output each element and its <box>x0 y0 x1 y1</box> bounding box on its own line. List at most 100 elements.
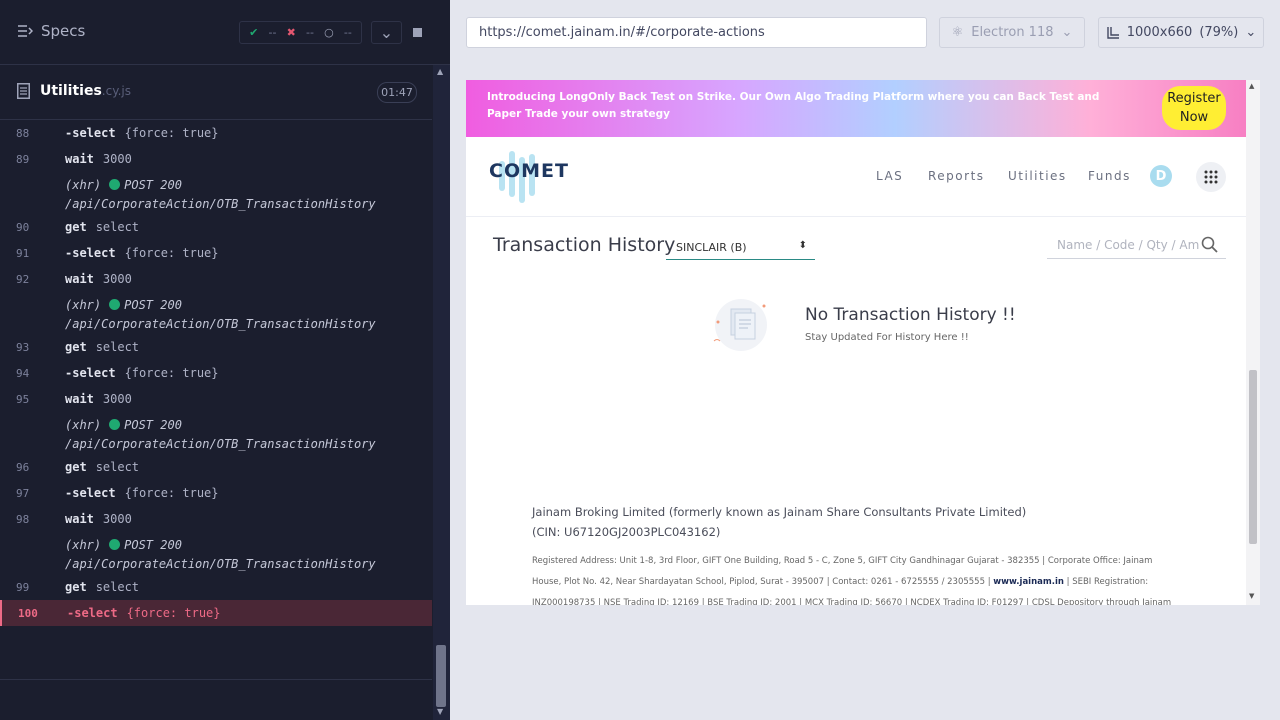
xhr-status: POST 200 <box>124 177 182 192</box>
document-icon <box>17 83 30 99</box>
runner-footer <box>0 679 432 720</box>
stop-button[interactable] <box>402 21 433 44</box>
command-row[interactable]: 99 get select <box>0 574 432 600</box>
command-number: 98 <box>16 512 30 526</box>
xhr-log-row[interactable]: (xhr) POST 200 <box>0 295 432 315</box>
chevron-down-button[interactable]: ⌄ <box>371 21 402 44</box>
status-dot-icon <box>109 419 121 431</box>
scrollbar-thumb[interactable] <box>436 645 446 707</box>
chevron-down-icon: ⌄ <box>1061 25 1073 40</box>
command-message: 3000 <box>102 152 132 166</box>
search-icon <box>1201 236 1218 253</box>
scroll-down-icon: ▼ <box>437 707 444 716</box>
command-log-scrollbar[interactable]: ▲ ▼ <box>433 65 450 720</box>
banner-text: Introducing LongOnly Back Test on Strike… <box>487 91 1100 120</box>
app-scrollbar-thumb[interactable] <box>1249 370 1257 544</box>
pending-icon: ○ <box>324 26 334 39</box>
url-bar[interactable]: https://comet.jainam.in/#/corporate-acti… <box>466 17 927 48</box>
menu-icon <box>18 25 33 37</box>
xhr-url: /api/CorporateAction/OTB_TransactionHist… <box>65 197 376 212</box>
command-number: 93 <box>16 340 30 354</box>
xhr-status: POST 200 <box>124 417 182 432</box>
command-name: wait <box>65 152 94 166</box>
command-row[interactable]: 98 wait 3000 <box>0 506 432 532</box>
browser-select[interactable]: ⚛ Electron 118 ⌄ <box>939 17 1085 48</box>
xhr-log-row[interactable]: (xhr) POST 200 <box>0 175 432 195</box>
passed-count: -- <box>268 26 277 39</box>
nav-las[interactable]: LAS <box>876 169 903 183</box>
xhr-url: /api/CorporateAction/OTB_TransactionHist… <box>65 437 376 452</box>
nav-reports[interactable]: Reports <box>928 169 985 183</box>
command-name: wait <box>65 512 94 526</box>
zoom-level: (79%) <box>1199 25 1239 40</box>
command-row[interactable]: 92 wait 3000 <box>0 266 432 292</box>
pending-count: -- <box>343 26 352 39</box>
command-row[interactable]: 95 wait 3000 <box>0 386 432 412</box>
empty-state-title: No Transaction History !! <box>805 305 1016 325</box>
runner-header: Specs ✔ -- ✖ -- ○ -- ⌄ <box>0 0 450 65</box>
command-message: {force: true} <box>124 366 219 380</box>
ruler-icon <box>1107 26 1119 39</box>
client-select-value: SINCLAIR (B) <box>676 241 747 254</box>
command-number: 97 <box>16 486 30 500</box>
chevron-down-icon: ⌄ <box>1245 25 1257 40</box>
command-row[interactable]: 88 -select {force: true} <box>0 120 432 146</box>
xhr-url-row: /api/CorporateAction/OTB_TransactionHist… <box>0 195 432 215</box>
command-number: 90 <box>16 220 30 234</box>
xhr-url-row: /api/CorporateAction/OTB_TransactionHist… <box>0 555 432 575</box>
app-scrollbar[interactable]: ▲ ▼ <box>1246 80 1260 605</box>
status-dot-icon <box>109 299 121 311</box>
electron-icon: ⚛ <box>951 25 964 40</box>
command-name: -select <box>65 126 116 140</box>
nav-funds[interactable]: Funds <box>1088 169 1131 183</box>
failed-count: -- <box>305 26 314 39</box>
command-row[interactable]: 96 get select <box>0 454 432 480</box>
xhr-label: (xhr) <box>65 177 102 192</box>
register-now-button[interactable]: Register Now <box>1162 86 1226 130</box>
footer-website-link[interactable]: www.jainam.in <box>993 577 1064 587</box>
command-message: 3000 <box>102 392 132 406</box>
test-stats: ✔ -- ✖ -- ○ -- <box>239 21 362 44</box>
page-title: Transaction History <box>493 234 676 256</box>
xhr-label: (xhr) <box>65 537 102 552</box>
search-field[interactable]: Name / Code / Qty / Am <box>1047 235 1226 259</box>
command-row[interactable]: 97 -select {force: true} <box>0 480 432 506</box>
command-message: select <box>95 580 140 594</box>
spec-filename: Utilities.cy.js <box>40 83 131 99</box>
xhr-log-row[interactable]: (xhr) POST 200 <box>0 535 432 555</box>
command-row[interactable]: 91 -select {force: true} <box>0 240 432 266</box>
command-row[interactable]: 93 get select <box>0 334 432 360</box>
command-name: -select <box>67 606 118 620</box>
nav-utilities[interactable]: Utilities <box>1008 169 1067 183</box>
command-message: {force: true} <box>124 486 219 500</box>
app-frame: Introducing LongOnly Back Test on Strike… <box>466 80 1260 605</box>
command-number: 99 <box>16 580 30 594</box>
command-name: get <box>65 580 87 594</box>
command-number: 94 <box>16 366 30 380</box>
spec-name: Utilities <box>40 83 102 99</box>
scroll-up-icon: ▲ <box>437 67 444 76</box>
command-row[interactable]: 94 -select {force: true} <box>0 360 432 386</box>
command-number: 91 <box>16 246 30 260</box>
spec-file-header: Utilities.cy.js 01:47 <box>0 65 432 120</box>
command-message: {force: true} <box>124 126 219 140</box>
command-message: {force: true} <box>124 246 219 260</box>
apps-grid-button[interactable] <box>1196 162 1226 192</box>
promo-banner: Introducing LongOnly Back Test on Strike… <box>466 80 1246 137</box>
avatar[interactable]: D <box>1150 165 1172 187</box>
comet-logo[interactable]: COMET <box>489 160 569 182</box>
command-number: 96 <box>16 460 30 474</box>
viewport-select[interactable]: 1000x660 (79%) ⌄ <box>1098 17 1264 48</box>
xhr-status: POST 200 <box>124 537 182 552</box>
command-row[interactable]: 100 -select {force: true} <box>0 600 432 626</box>
command-name: wait <box>65 392 94 406</box>
command-message: {force: true} <box>126 606 221 620</box>
command-number: 89 <box>16 152 30 166</box>
xhr-log-row[interactable]: (xhr) POST 200 <box>0 415 432 435</box>
specs-label: Specs <box>41 22 86 40</box>
cypress-runner-panel: Specs ✔ -- ✖ -- ○ -- ⌄ Utilities.cy.js 01:4… <box>0 0 450 720</box>
command-row[interactable]: 89 wait 3000 <box>0 146 432 172</box>
command-row[interactable]: 90 get select <box>0 214 432 240</box>
client-select[interactable]: SINCLAIR (B) ⬍ <box>666 236 815 260</box>
specs-toggle[interactable]: Specs <box>17 22 85 40</box>
